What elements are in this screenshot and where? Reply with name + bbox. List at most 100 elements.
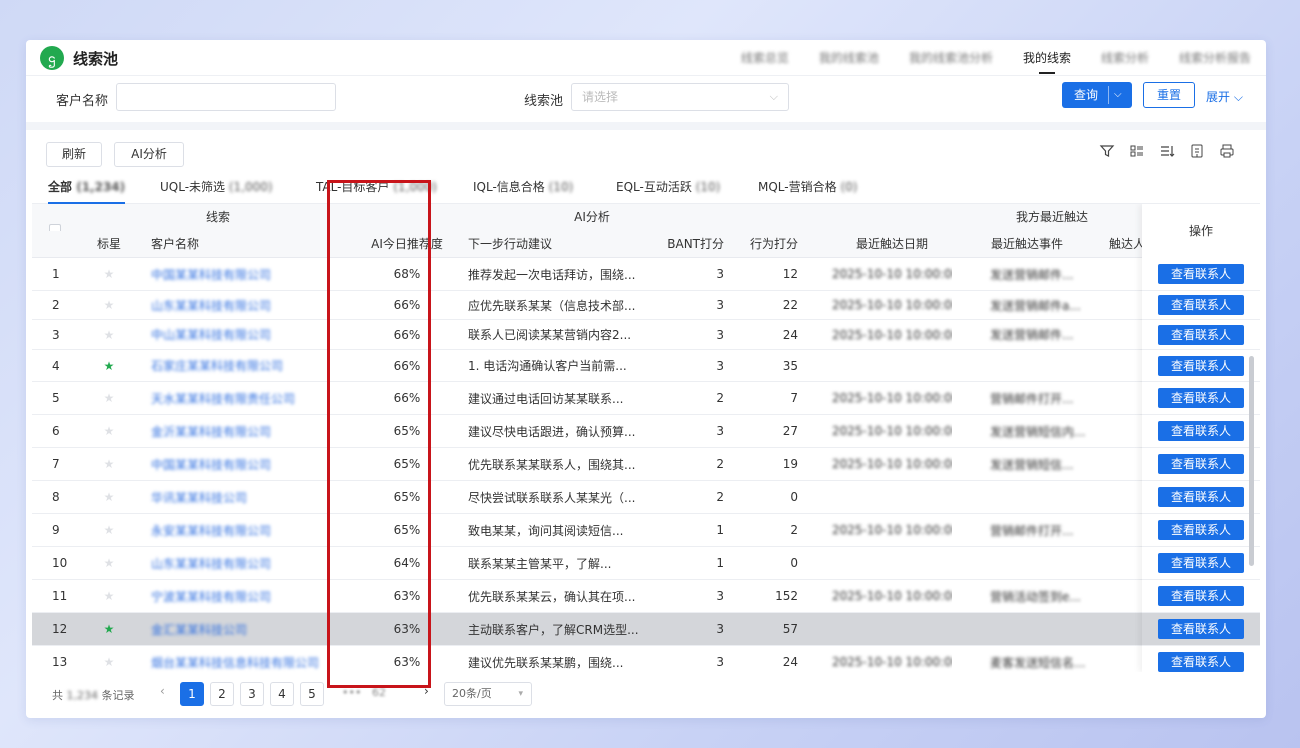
status-tab-4[interactable]: EQL-互动活跃 (10) [616, 174, 720, 204]
page-number-4[interactable]: 4 [270, 682, 294, 706]
prev-page-icon[interactable]: ‹ [160, 684, 165, 698]
customer-name-link[interactable]: 石家庄某某科技有限公司 [138, 350, 358, 381]
table-row[interactable]: 9 ★ 永安某某科技有限公司 65% 致电某某，询问其阅读短信... 1 2 2025-10-… [32, 514, 1260, 547]
col-bant[interactable]: BANT打分 [654, 231, 728, 258]
table-row[interactable]: 13 ★ 烟台某某科技信息科技有限公司 63% 建议优先联系某某鹏，围绕... 3 24 20… [32, 646, 1260, 672]
view-contacts-button[interactable]: 查看联系人 [1158, 487, 1244, 507]
status-tab-5[interactable]: MQL-营销合格 (0) [758, 174, 857, 204]
star-empty-icon[interactable]: ★ [80, 291, 138, 319]
top-tab-3[interactable]: 我的线索 [1008, 40, 1086, 76]
page-size-select[interactable]: 20条/页 ▾ [444, 682, 532, 706]
customer-name-link[interactable]: 山东某某科技有限公司 [138, 547, 358, 579]
row-index: 11 [52, 589, 68, 603]
col-star[interactable]: 标星 [80, 231, 138, 258]
behavior-score: 24 [782, 327, 798, 342]
top-tab-0[interactable]: 线索总览 [726, 40, 804, 76]
table-row[interactable]: 5 ★ 天水某某科技有限责任公司 66% 建议通过电话回访某某联系... 2 7 2025-1… [32, 382, 1260, 415]
table-row[interactable]: 8 ★ 华讯某某科技公司 65% 尽快尝试联系联系人某某光（... 2 0 [32, 481, 1260, 514]
top-tab-2[interactable]: 我的线索池分析 [894, 40, 1008, 76]
sort-icon[interactable] [1157, 143, 1177, 163]
table-row[interactable]: 12 ★ 金汇某某科技公司 63% 主动联系客户，了解CRM选型... 3 57 [32, 613, 1260, 646]
reset-button[interactable]: 重置 [1143, 82, 1195, 108]
view-contacts-button[interactable]: 查看联系人 [1158, 520, 1244, 540]
table-row[interactable]: 4 ★ 石家庄某某科技有限公司 66% 1. 电话沟通确认客户当前需... 3 35 [32, 350, 1260, 382]
table-row[interactable]: 10 ★ 山东某某科技有限公司 64% 联系某某主管某平，了解... 1 0 [32, 547, 1260, 580]
page-number-1[interactable]: 1 [180, 682, 204, 706]
top-tab-1[interactable]: 我的线索池 [804, 40, 894, 76]
star-empty-icon[interactable]: ★ [80, 547, 138, 579]
page-number-2[interactable]: 2 [210, 682, 234, 706]
star-empty-icon[interactable]: ★ [80, 646, 138, 672]
view-contacts-button[interactable]: 查看联系人 [1158, 454, 1244, 474]
print-icon[interactable] [1217, 143, 1237, 163]
customer-name-link[interactable]: 中山某某科技有限公司 [138, 320, 358, 349]
refresh-button[interactable]: 刷新 [46, 142, 102, 167]
customer-name-link[interactable]: 永安某某科技有限公司 [138, 514, 358, 546]
page-number-3[interactable]: 3 [240, 682, 264, 706]
star-empty-icon[interactable]: ★ [80, 580, 138, 612]
view-contacts-button[interactable]: 查看联系人 [1158, 324, 1244, 345]
customer-name-link[interactable]: 华讯某某科技公司 [138, 481, 358, 513]
col-next-action[interactable]: 下一步行动建议 [456, 231, 654, 258]
view-contacts-button[interactable]: 查看联系人 [1158, 586, 1244, 606]
page-number-5[interactable]: 5 [300, 682, 324, 706]
customer-name-link[interactable]: 中国某某科技有限公司 [138, 258, 358, 290]
star-empty-icon[interactable]: ★ [80, 415, 138, 447]
last-touch-event: 营销邮件打开... [952, 382, 1088, 414]
status-tab-1[interactable]: UQL-未筛选 (1,000) [160, 174, 273, 204]
top-tab-4[interactable]: 线索分析 [1086, 40, 1164, 76]
expand-link[interactable]: 展开 ⌵ [1206, 88, 1243, 105]
view-contacts-button[interactable]: 查看联系人 [1158, 388, 1244, 408]
table-row[interactable]: 2 ★ 山东某某科技有限公司 66% 应优先联系某某（信息技术部... 3 22 2025-1… [32, 291, 1260, 320]
top-tab-5[interactable]: 线索分析报告 [1164, 40, 1266, 76]
col-last-event[interactable]: 最近触达事件 [972, 231, 1082, 258]
view-contacts-button[interactable]: 查看联系人 [1158, 421, 1244, 441]
star-empty-icon[interactable]: ★ [80, 382, 138, 414]
star-filled-icon[interactable]: ★ [80, 613, 138, 645]
filter-icon[interactable] [1097, 143, 1117, 163]
customer-name-link[interactable]: 天水某某科技有限责任公司 [138, 382, 358, 414]
table-row[interactable]: 11 ★ 宁波某某科技有限公司 63% 优先联系某某云，确认其在项... 3 152 2025… [32, 580, 1260, 613]
customer-name-link[interactable]: 山东某某科技有限公司 [138, 291, 358, 319]
star-empty-icon[interactable]: ★ [80, 258, 138, 290]
next-action: 1. 电话沟通确认客户当前需... [468, 359, 627, 373]
star-filled-icon[interactable]: ★ [80, 350, 138, 381]
row-index: 8 [52, 490, 60, 504]
star-empty-icon[interactable]: ★ [80, 514, 138, 546]
status-tab-0[interactable]: 全部 (1,234) [48, 174, 126, 204]
chevron-down-icon[interactable]: ⌵ [1114, 82, 1122, 108]
view-contacts-button[interactable]: 查看联系人 [1158, 355, 1244, 376]
customer-name-input[interactable] [116, 83, 336, 111]
table-row[interactable]: 7 ★ 中国某某科技有限公司 65% 优先联系某某联系人，围绕其... 2 19 2025-1… [32, 448, 1260, 481]
view-contacts-button[interactable]: 查看联系人 [1158, 264, 1244, 284]
customer-name-link[interactable]: 烟台某某科技信息科技有限公司 [138, 646, 358, 672]
status-tab-3[interactable]: IQL-信息合格 (10) [473, 174, 573, 204]
export-icon[interactable] [1187, 143, 1207, 163]
view-contacts-button[interactable]: 查看联系人 [1158, 619, 1244, 639]
table-row[interactable]: 6 ★ 金沂某某科技有限公司 65% 建议尽快电话跟进，确认预算... 3 27 2025-1… [32, 415, 1260, 448]
view-contacts-button[interactable]: 查看联系人 [1158, 295, 1244, 315]
behavior-score: 19 [782, 457, 798, 471]
customer-name-link[interactable]: 中国某某科技有限公司 [138, 448, 358, 480]
vertical-scrollbar[interactable] [1249, 356, 1254, 566]
last-touch-event-value: 营销邮件打开... [990, 523, 1074, 538]
customer-name-link[interactable]: 金沂某某科技有限公司 [138, 415, 358, 447]
col-behavior[interactable]: 行为打分 [728, 231, 802, 258]
col-last-date[interactable]: 最近触达日期 [832, 231, 952, 258]
ai-analysis-button[interactable]: AI分析 [114, 142, 184, 167]
lead-pool-select[interactable]: 请选择 ⌵ [571, 83, 789, 111]
customer-name-link[interactable]: 金汇某某科技公司 [138, 613, 358, 645]
col-customer-name[interactable]: 客户名称 [138, 231, 358, 258]
table-row[interactable]: 3 ★ 中山某某科技有限公司 66% 联系人已阅读某某营销内容2... 3 24 2025-1… [32, 320, 1260, 350]
star-empty-icon[interactable]: ★ [80, 448, 138, 480]
star-empty-icon[interactable]: ★ [80, 481, 138, 513]
view-contacts-button[interactable]: 查看联系人 [1158, 652, 1244, 672]
customer-name-link[interactable]: 宁波某某科技有限公司 [138, 580, 358, 612]
last-touch-event [952, 613, 1088, 645]
view-contacts-button[interactable]: 查看联系人 [1158, 553, 1244, 573]
customer-name-label: 客户名称 [56, 94, 109, 109]
star-empty-icon[interactable]: ★ [80, 320, 138, 349]
table-row[interactable]: 1 ★ 中国某某科技有限公司 68% 推荐发起一次电话拜访，围绕... 3 12 2025-1… [32, 258, 1260, 291]
column-settings-icon[interactable] [1127, 143, 1147, 163]
query-button[interactable]: 查询 ⌵ [1062, 82, 1132, 108]
